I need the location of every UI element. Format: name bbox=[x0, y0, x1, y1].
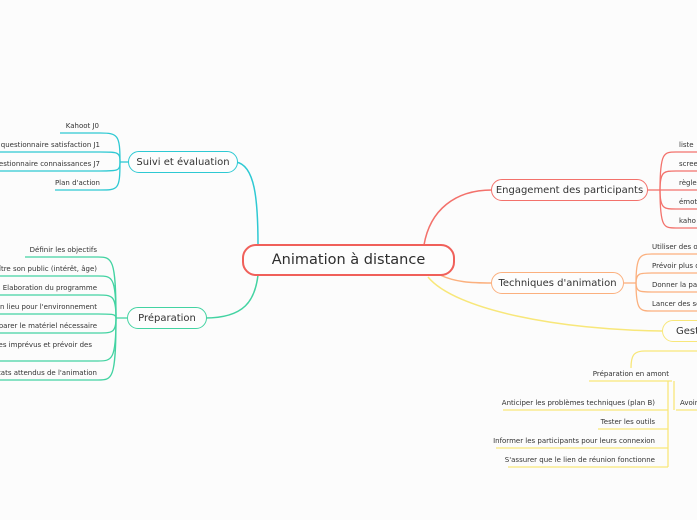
subbranch-preparation-amont[interactable]: Préparation en amont bbox=[593, 370, 669, 379]
branch-gestion[interactable]: Gesti bbox=[662, 320, 697, 342]
leaf-suivi[interactable]: questionnaire satisfaction J1 bbox=[1, 141, 100, 150]
branch-suivi-evaluation[interactable]: Suivi et évaluation bbox=[128, 151, 238, 173]
leaf-techniques[interactable]: Utiliser des o bbox=[652, 243, 697, 252]
branch-techniques-animation[interactable]: Techniques d'animation bbox=[491, 272, 624, 294]
link-root-preparation bbox=[204, 274, 259, 319]
branch-label: Techniques d'animation bbox=[498, 277, 617, 289]
branch-label: Préparation bbox=[138, 312, 196, 324]
leaf-preparation[interactable]: un lieu pour l'environnement bbox=[0, 303, 97, 312]
branch-engagement-participants[interactable]: Engagement des participants bbox=[491, 179, 648, 201]
leaf-suivi[interactable]: Kahoot J0 bbox=[66, 122, 99, 131]
branch-preparation[interactable]: Préparation bbox=[127, 307, 207, 329]
branch-label: Gesti bbox=[676, 325, 697, 337]
leaf-preparation[interactable]: ltats attendus de l'animation bbox=[0, 369, 97, 378]
leaf-gestion[interactable]: Informer les participants pour leurs con… bbox=[493, 437, 655, 446]
leaf-engagement[interactable]: émot bbox=[679, 198, 697, 207]
leaf-techniques[interactable]: Prévoir plus d bbox=[652, 262, 697, 271]
leaf-techniques[interactable]: Lancer des sé bbox=[652, 300, 697, 309]
leaf-preparation[interactable]: Définir les objectifs bbox=[30, 246, 97, 255]
leaf-techniques[interactable]: Donner la pa bbox=[652, 281, 697, 290]
subbranch-avoir[interactable]: Avoir bbox=[680, 399, 697, 408]
link-root-suivi bbox=[235, 161, 259, 246]
leaf-preparation[interactable]: les imprévus et prévoir des bbox=[0, 341, 92, 350]
branch-label: Suivi et évaluation bbox=[136, 156, 230, 168]
leaf-suivi[interactable]: estionnaire connaissances J7 bbox=[0, 160, 100, 169]
leaf-engagement[interactable]: scree bbox=[679, 160, 697, 169]
link-root-techniques bbox=[439, 274, 493, 284]
leaf-gestion[interactable]: Anticiper les problèmes techniques (plan… bbox=[502, 399, 655, 408]
leaf-preparation[interactable]: Elaboration du programme bbox=[3, 284, 97, 293]
leaf-gestion[interactable]: Tester les outils bbox=[601, 418, 655, 427]
leaf-suivi[interactable]: Plan d'action bbox=[55, 179, 100, 188]
root-node[interactable]: Animation à distance bbox=[242, 244, 455, 276]
leaf-preparation[interactable]: aître son public (intérêt, âge) bbox=[0, 265, 97, 274]
leaf-preparation[interactable]: parer le matériel nécessaire bbox=[0, 322, 97, 331]
link-root-engagement bbox=[423, 189, 493, 246]
leaf-gestion[interactable]: S'assurer que le lien de réunion fonctio… bbox=[505, 456, 655, 465]
leaf-engagement[interactable]: règle bbox=[679, 179, 697, 188]
leaf-engagement[interactable]: kaho bbox=[679, 217, 696, 226]
branch-label: Engagement des participants bbox=[495, 184, 644, 196]
leaf-engagement[interactable]: liste bbox=[679, 141, 694, 150]
root-label: Animation à distance bbox=[271, 252, 426, 268]
